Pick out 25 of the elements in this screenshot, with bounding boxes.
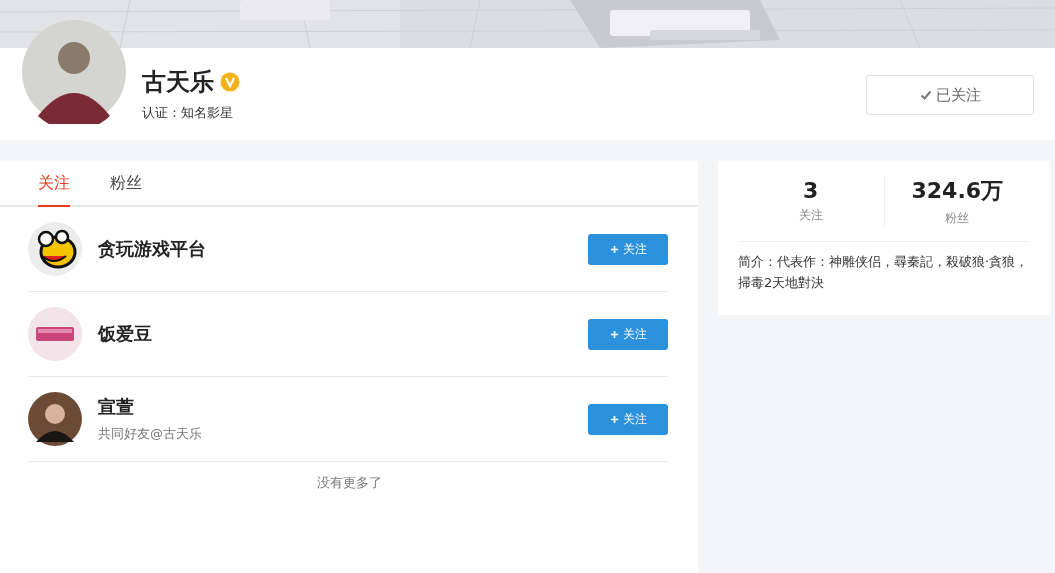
plus-icon bbox=[609, 329, 619, 339]
tab[interactable]: 关注 bbox=[38, 161, 70, 207]
user-name[interactable]: 宣萱 bbox=[98, 395, 202, 419]
bio-text: 简介：代表作：神雕侠侣，尋秦記，殺破狼·貪狼，掃毒2天地對決 bbox=[738, 253, 1030, 292]
certification-text: 认证：知名影星 bbox=[142, 104, 234, 122]
plus-icon bbox=[609, 244, 619, 254]
stat-label: 粉丝 bbox=[945, 209, 970, 227]
follow-button[interactable]: 关注 bbox=[588, 233, 668, 265]
profile-name: 古天乐 bbox=[142, 67, 214, 98]
user-name[interactable]: 饭爱豆 bbox=[98, 322, 152, 346]
stat-label: 关注 bbox=[798, 207, 823, 224]
tab[interactable]: 粉丝 bbox=[110, 161, 142, 207]
follow-button[interactable]: 关注 bbox=[588, 403, 668, 435]
followed-button[interactable]: 已关注 bbox=[866, 75, 1034, 115]
avatar bbox=[28, 222, 82, 276]
mutual-friend-text: 共同好友@古天乐 bbox=[98, 425, 202, 443]
follow-button[interactable]: 关注 bbox=[588, 318, 668, 350]
user-name[interactable]: 贪玩游戏平台 bbox=[98, 237, 206, 261]
end-note: 没有更多了 bbox=[316, 474, 382, 492]
stat-value: 3 bbox=[803, 178, 819, 203]
check-icon bbox=[919, 89, 932, 101]
avatar bbox=[28, 392, 82, 446]
avatar bbox=[28, 307, 82, 361]
stat-value: 324.6万 bbox=[911, 176, 1004, 205]
plus-icon bbox=[609, 414, 619, 424]
